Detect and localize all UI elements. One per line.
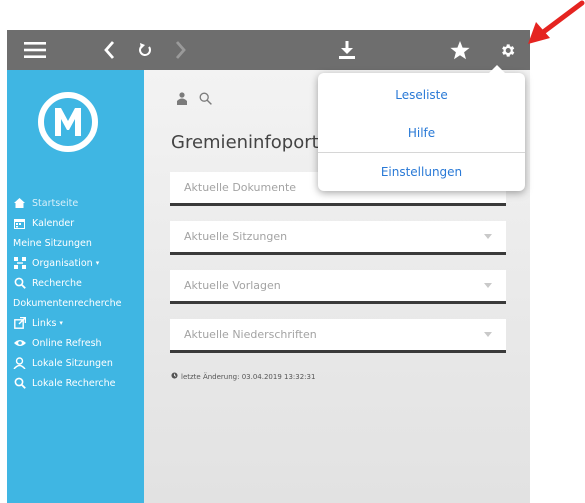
chevron-down-icon (484, 234, 492, 239)
sidebar-item-links[interactable]: Links ▾ (13, 313, 63, 333)
sidebar-item-label: Recherche (32, 277, 82, 289)
search-icon[interactable] (199, 90, 212, 109)
field-label: Aktuelle Vorlagen (184, 279, 281, 292)
search-icon (13, 377, 26, 390)
star-icon[interactable] (449, 30, 471, 70)
menu-item-einstellungen[interactable]: Einstellungen (318, 153, 525, 191)
sidebar-item-lokale-recherche[interactable]: Lokale Recherche (13, 373, 116, 393)
settings-dropdown: Leseliste Hilfe Einstellungen (318, 65, 525, 191)
eye-icon (13, 337, 26, 350)
menu-item-hilfe[interactable]: Hilfe (318, 114, 525, 152)
app-logo[interactable] (36, 90, 100, 154)
sidebar-item-recherche[interactable]: Recherche (13, 273, 82, 293)
aktuelle-vorlagen-select[interactable]: Aktuelle Vorlagen (170, 270, 506, 304)
dropdown-caret (489, 65, 505, 73)
field-label: Aktuelle Niederschriften (184, 328, 317, 341)
sidebar-item-lokale-sitzungen[interactable]: Lokale Sitzungen (13, 353, 113, 373)
forward-icon[interactable] (171, 30, 189, 70)
menu-item-leseliste[interactable]: Leseliste (318, 76, 525, 114)
download-icon[interactable] (337, 30, 357, 70)
sidebar-item-label: Dokumentenrecherche (13, 297, 122, 309)
chevron-down-icon (484, 283, 492, 288)
sidebar-item-kalender[interactable]: Kalender (13, 213, 74, 233)
sidebar-item-startseite[interactable]: Startseite (13, 193, 78, 213)
search-icon (13, 277, 26, 290)
page-title: Gremieninfoporta (171, 132, 330, 153)
aktuelle-sitzungen-select[interactable]: Aktuelle Sitzungen (170, 221, 506, 255)
last-change-info: letzte Änderung: 03.04.2019 13:32:31 (171, 372, 315, 381)
top-toolbar (7, 30, 530, 70)
sidebar-item-label: Lokale Recherche (32, 377, 116, 389)
user-group-icon (13, 357, 26, 370)
field-label: Aktuelle Sitzungen (184, 230, 288, 243)
sidebar-item-label: Links (32, 317, 57, 329)
external-link-icon (13, 317, 26, 330)
sidebar-item-organisation[interactable]: Organisation ▾ (13, 253, 99, 273)
clock-icon (171, 372, 178, 381)
back-icon[interactable] (100, 30, 118, 70)
menu-icon[interactable] (23, 30, 47, 70)
caret-down-icon: ▾ (59, 319, 63, 327)
chevron-down-icon (484, 332, 492, 337)
home-icon (13, 197, 26, 210)
calendar-icon (13, 217, 26, 230)
sidebar-item-label: Online Refresh (32, 337, 102, 349)
user-icon[interactable] (177, 90, 187, 109)
sidebar-item-label: Kalender (32, 217, 75, 229)
refresh-icon[interactable] (135, 30, 155, 70)
sidebar-item-label: Lokale Sitzungen (32, 357, 113, 369)
aktuelle-niederschriften-select[interactable]: Aktuelle Niederschriften (170, 319, 506, 353)
sidebar-item-meine-sitzungen[interactable]: Meine Sitzungen (13, 233, 92, 253)
sidebar: Startseite Kalender Meine Sitzungen Orga… (7, 70, 144, 503)
sidebar-item-online-refresh[interactable]: Online Refresh (13, 333, 102, 353)
sidebar-item-dokumentenrecherche[interactable]: Dokumentenrecherche (13, 293, 122, 313)
annotation-arrow-icon (528, 0, 585, 44)
organisation-icon (13, 257, 26, 270)
caret-down-icon: ▾ (95, 259, 100, 267)
sidebar-item-label: Startseite (32, 197, 79, 209)
sidebar-item-label: Meine Sitzungen (13, 237, 92, 249)
app-screen: Startseite Kalender Meine Sitzungen Orga… (0, 0, 585, 503)
last-change-text: letzte Änderung: 03.04.2019 13:32:31 (181, 372, 316, 381)
sidebar-item-label: Organisation (32, 257, 93, 269)
field-label: Aktuelle Dokumente (184, 181, 297, 194)
gear-icon[interactable] (496, 30, 518, 70)
main-toolbar (177, 90, 212, 109)
